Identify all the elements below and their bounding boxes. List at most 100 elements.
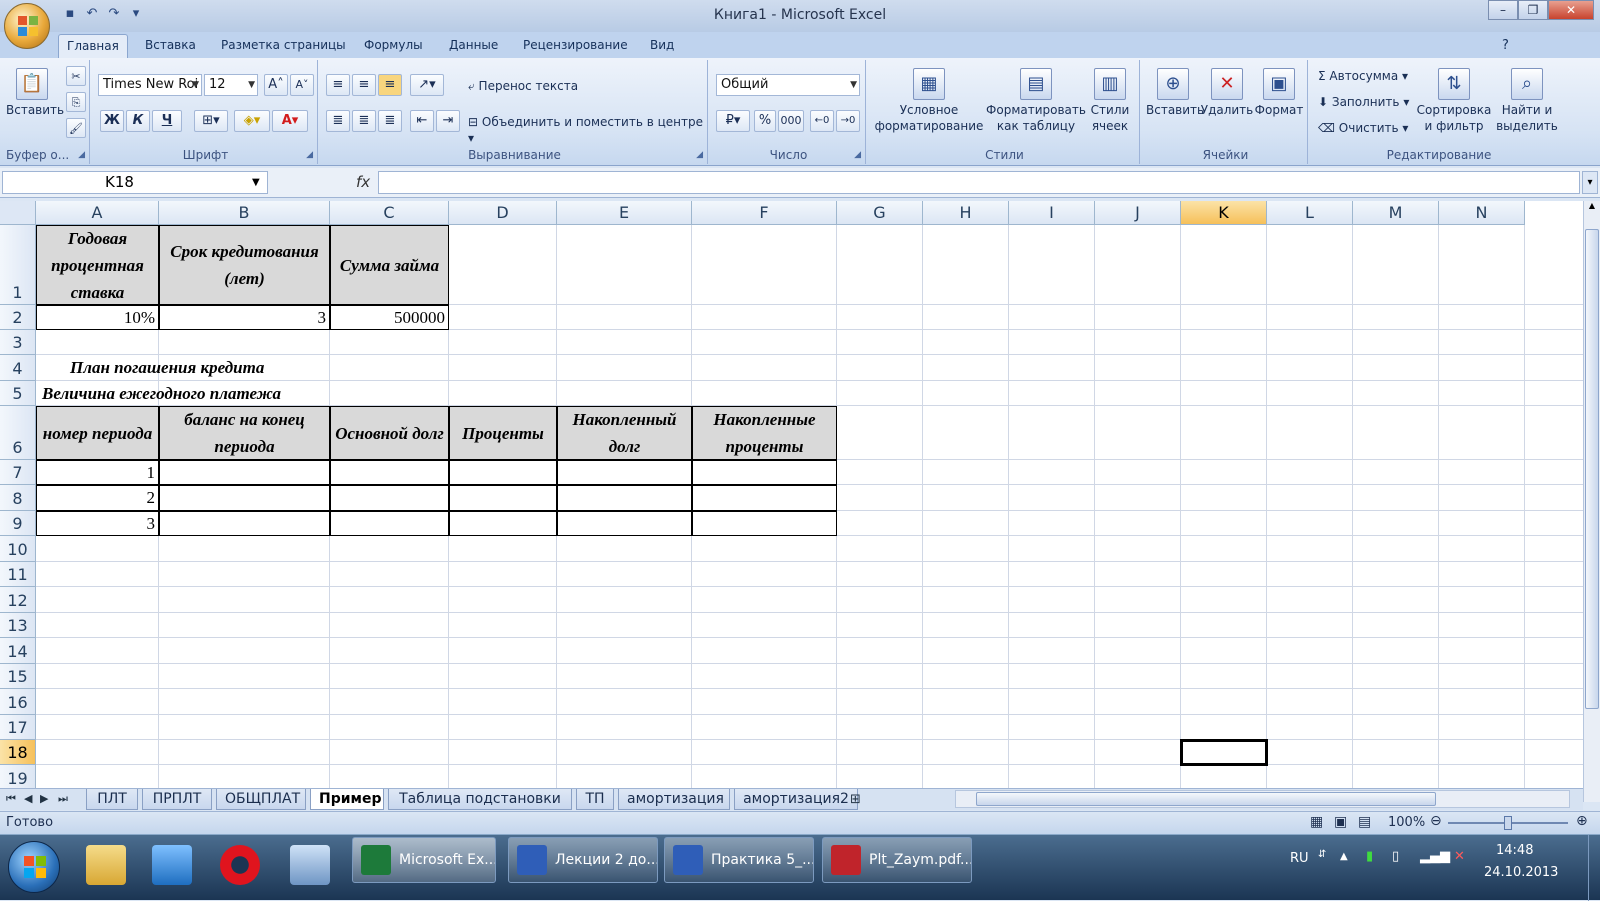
row-header-16[interactable]: 16 [0,689,36,715]
orientation-icon[interactable]: ↗▾ [410,74,444,96]
table-cell[interactable] [330,511,449,536]
percent-button[interactable]: % [754,110,776,132]
column-header-f[interactable]: F [692,201,837,225]
format-as-table-button[interactable]: ▤ Форматировать как таблицу [986,68,1086,134]
insert-function-icon[interactable]: fx [356,171,370,194]
cell-e6[interactable]: Накопленный долг [557,406,692,460]
format-cells-button[interactable]: ▣ Формат [1252,68,1306,118]
sort-filter-button[interactable]: ⇅ Сортировка и фильтр [1416,68,1492,134]
table-cell[interactable] [557,511,692,536]
zoom-out-icon[interactable]: ⊖ [1430,813,1442,829]
sheet-tab[interactable]: Таблица подстановки [388,789,572,810]
vertical-scrollbar[interactable]: ▲ [1583,201,1600,802]
minimize-button[interactable]: – [1488,0,1518,20]
row-header-15[interactable]: 15 [0,664,36,689]
column-header-m[interactable]: M [1353,201,1439,225]
horizontal-scroll-thumb[interactable] [976,792,1436,806]
maximize-button[interactable]: ❐ [1518,0,1548,20]
row-header-5[interactable]: 5 [0,381,36,406]
column-header-c[interactable]: C [330,201,449,225]
decrease-decimal-icon[interactable]: →0 [836,110,860,132]
tab-insert[interactable]: Вставка [145,38,196,52]
row-header-1[interactable]: 1 [0,225,36,305]
currency-icon[interactable]: ₽▾ [716,110,750,132]
row-header-3[interactable]: 3 [0,330,36,355]
volume-muted-icon[interactable]: ✕ [1454,849,1465,864]
clock-time[interactable]: 14:48 [1496,843,1533,858]
opera-icon[interactable] [220,845,260,885]
battery-icon[interactable]: ▮ [1366,849,1373,864]
font-name-combo[interactable]: Times New Roi ▼ [98,74,202,96]
autosum-button[interactable]: Σ Автосумма ▾ [1318,68,1408,84]
column-header-b[interactable]: B [159,201,330,225]
decrease-indent-icon[interactable]: ⇤ [410,110,434,132]
explorer-icon[interactable] [86,845,126,885]
dialog-launcher-icon[interactable]: ◢ [78,150,85,160]
table-cell[interactable] [557,485,692,511]
row-header-8[interactable]: 8 [0,485,36,511]
column-header-i[interactable]: I [1009,201,1095,225]
scroll-up-icon[interactable]: ▲ [1584,201,1600,210]
column-header-d[interactable]: D [449,201,557,225]
insert-cells-button[interactable]: ⊕ Вставить [1146,68,1204,118]
sheet-tab[interactable]: амортизация2 [734,789,858,810]
table-cell[interactable] [449,460,557,485]
tab-formulas[interactable]: Формулы [364,38,423,52]
row-header-9[interactable]: 9 [0,511,36,536]
select-all-button[interactable] [0,201,36,225]
column-header-e[interactable]: E [557,201,692,225]
input-toggle-icon[interactable]: ⇵ [1318,849,1326,860]
row-header-14[interactable]: 14 [0,638,36,664]
sheet-tab[interactable]: амортизация [618,789,730,810]
underline-button[interactable]: Ч [152,110,182,132]
zoom-in-icon[interactable]: ⊕ [1576,813,1588,829]
taskbar-word-practice[interactable]: Практика 5_... [664,837,814,883]
grow-font-icon[interactable]: A˄ [264,74,288,96]
sheet-tab[interactable]: Пример [310,789,384,810]
dialog-launcher-icon[interactable]: ◢ [306,150,313,160]
merge-center-button[interactable]: ⊟ Объединить и поместить в центре ▾ [468,114,707,146]
chevron-down-icon[interactable]: ▼ [252,171,260,194]
italic-button[interactable]: К [126,110,150,132]
cut-icon[interactable]: ✂ [66,66,86,86]
copy-icon[interactable]: ⎘ [66,92,86,112]
insert-sheet-icon[interactable]: ⊞ [850,792,861,807]
zoom-slider-thumb[interactable] [1504,816,1512,830]
cell-b1[interactable]: Срок кредитования (лет) [159,225,330,305]
media-player-icon[interactable] [152,845,192,885]
align-bottom-icon[interactable]: ≡ [378,74,402,96]
show-hidden-icons-icon[interactable]: ▲ [1340,851,1348,862]
cell-b6[interactable]: баланс на конец периода [159,406,330,460]
vertical-scroll-thumb[interactable] [1585,229,1599,709]
normal-view-icon[interactable]: ▦ [1310,814,1323,830]
borders-icon[interactable]: ⊞▾ [194,110,228,132]
cell-a7[interactable]: 1 [36,460,159,485]
taskbar-pdf[interactable]: Plt_Zaym.pdf... [822,837,972,883]
column-header-l[interactable]: L [1267,201,1353,225]
dialog-launcher-icon[interactable]: ◢ [696,150,703,160]
cell-a2[interactable]: 10% [36,305,159,330]
signal-icon[interactable]: ▂▄▆ [1420,849,1450,864]
cell-a8[interactable]: 2 [36,485,159,511]
bold-button[interactable]: Ж [100,110,124,132]
row-header-6[interactable]: 6 [0,406,36,460]
cell-c2[interactable]: 500000 [330,305,449,330]
align-left-icon[interactable]: ≣ [326,110,350,132]
network-icon[interactable] [290,845,330,885]
sheet-tab[interactable]: ПЛТ [86,789,138,810]
dialog-launcher-icon[interactable]: ◢ [854,150,861,160]
page-layout-view-icon[interactable]: ▣ [1334,814,1347,830]
cell-c1[interactable]: Сумма займа [330,225,449,305]
row-header-10[interactable]: 10 [0,536,36,562]
row-header-13[interactable]: 13 [0,613,36,638]
close-button[interactable]: ✕ [1548,0,1594,20]
column-header-a[interactable]: A [36,201,159,225]
sheet-tab[interactable]: ТП [576,789,614,810]
font-color-icon[interactable]: A▾ [272,110,308,132]
cell-styles-button[interactable]: ▥ Стили ячеек [1084,68,1136,134]
device-icon[interactable]: ▯ [1392,849,1399,864]
cell-a1[interactable]: Годовая процентная ставка [36,225,159,305]
row-header-11[interactable]: 11 [0,562,36,587]
column-header-j[interactable]: J [1095,201,1181,225]
cell-a6[interactable]: номер периода [36,406,159,460]
